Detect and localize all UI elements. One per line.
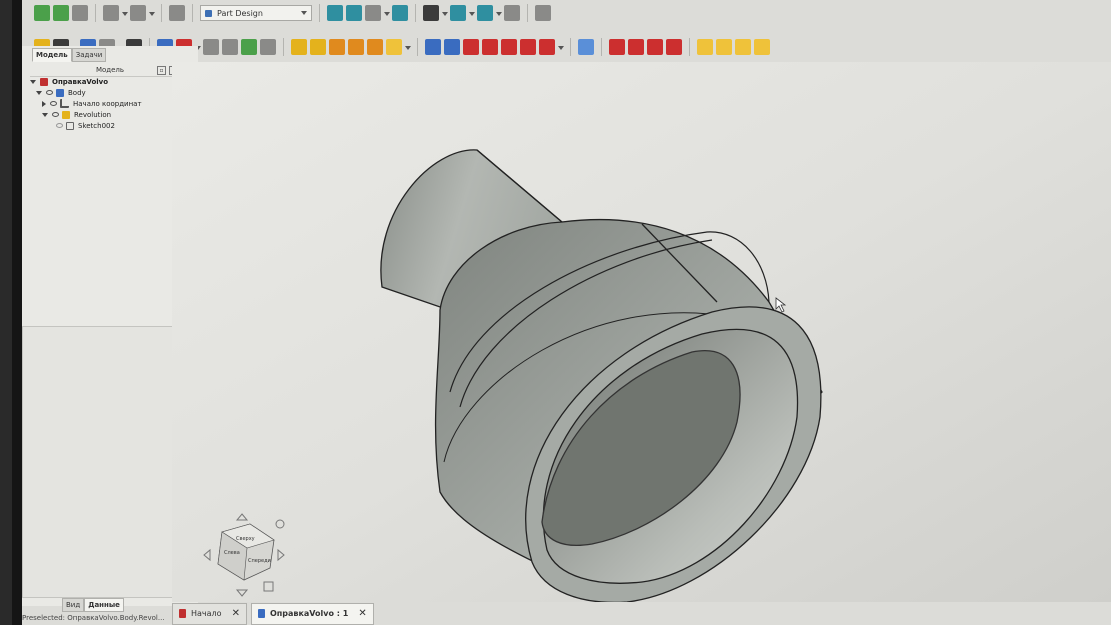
open-document-icon[interactable] — [53, 5, 69, 21]
linear-pattern-icon[interactable] — [716, 39, 732, 55]
check-geometry-icon[interactable] — [260, 39, 276, 55]
property-tabs: Вид Данные — [62, 598, 124, 612]
tree-item-document[interactable]: ОправкаVolvo — [30, 76, 195, 87]
navcube-arrow-down-icon[interactable] — [235, 589, 249, 597]
draw-style-icon[interactable] — [423, 5, 439, 21]
float-panel-icon[interactable]: ▫ — [157, 66, 166, 75]
document-tabs: Начало ✕ ОправкаVolvo : 1 ✕ — [172, 602, 378, 625]
navcube-face-left[interactable]: Слева — [224, 550, 240, 556]
tree-item-revolution[interactable]: Revolution — [30, 109, 195, 120]
sketch-icon — [66, 121, 74, 130]
move-icon[interactable] — [241, 39, 257, 55]
multi-transform-icon[interactable] — [754, 39, 770, 55]
navcube-view-menu-icon[interactable] — [263, 581, 274, 592]
close-tab-icon[interactable]: ✕ — [232, 608, 240, 619]
pad-icon[interactable] — [291, 39, 307, 55]
tab-data[interactable]: Данные — [84, 598, 124, 612]
measure-icon[interactable] — [477, 5, 493, 21]
revolution-solid[interactable] — [380, 149, 823, 602]
navcube-arrow-left-icon[interactable] — [203, 548, 211, 562]
hole-icon[interactable] — [444, 39, 460, 55]
groove-icon[interactable] — [463, 39, 479, 55]
freecad-window: Part Design Модель Задачи Модель ▫ Оправ… — [22, 0, 1111, 625]
pocket-icon[interactable] — [425, 39, 441, 55]
model-render[interactable] — [172, 62, 1111, 602]
visibility-eye-icon[interactable] — [50, 101, 57, 106]
property-view[interactable] — [22, 326, 182, 598]
navcube-face-top[interactable]: Сверху — [236, 536, 255, 542]
subtractive-loft-icon[interactable] — [482, 39, 498, 55]
additive-primitive-icon[interactable] — [386, 39, 402, 55]
navcube-menu-icon[interactable] — [275, 519, 285, 529]
status-bar: Preselected: ОправкаVolvo.Body.Revol... — [22, 614, 165, 622]
origin-icon — [60, 99, 69, 108]
thickness-icon[interactable] — [666, 39, 682, 55]
std-views-icon[interactable] — [450, 5, 466, 21]
navcube-arrow-up-icon[interactable] — [235, 513, 249, 521]
mirrored-icon[interactable] — [697, 39, 713, 55]
additive-helix-icon[interactable] — [367, 39, 383, 55]
tree-item-origin[interactable]: Начало координат — [30, 98, 195, 109]
tree-view-icon[interactable] — [504, 5, 520, 21]
visibility-eye-icon[interactable] — [52, 112, 59, 117]
bounding-box-icon[interactable] — [392, 5, 408, 21]
revolution-icon[interactable] — [310, 39, 326, 55]
main-toolbar: Part Design — [22, 2, 1111, 24]
new-document-icon[interactable] — [34, 5, 50, 21]
polar-pattern-icon[interactable] — [735, 39, 751, 55]
document-icon — [40, 77, 48, 86]
additive-pipe-icon[interactable] — [348, 39, 364, 55]
visibility-eye-icon[interactable] — [56, 123, 63, 128]
body-icon — [56, 88, 64, 97]
navcube-arrow-right-icon[interactable] — [277, 548, 285, 562]
subtractive-primitive-icon[interactable] — [539, 39, 555, 55]
view-isometric-icon[interactable] — [365, 5, 381, 21]
boolean-icon[interactable] — [578, 39, 594, 55]
mouse-cursor-icon — [775, 297, 787, 313]
subtractive-pipe-icon[interactable] — [501, 39, 517, 55]
fillet-icon[interactable] — [609, 39, 625, 55]
workbench-label: Part Design — [217, 8, 263, 18]
tree-item-sketch[interactable]: Sketch002 — [30, 120, 195, 131]
fit-all-icon[interactable] — [327, 5, 343, 21]
workbench-selector[interactable]: Part Design — [200, 5, 312, 21]
close-tab-icon[interactable]: ✕ — [358, 608, 366, 619]
refresh-icon[interactable] — [169, 5, 185, 21]
undo-icon[interactable] — [103, 5, 119, 21]
3d-viewport[interactable]: Сверху Слева Спереди — [172, 62, 1111, 602]
sub-shape-binder-icon[interactable] — [222, 39, 238, 55]
tab-tasks[interactable]: Задачи — [71, 48, 107, 62]
start-page-icon — [179, 609, 186, 618]
whats-this-icon[interactable] — [535, 5, 551, 21]
clone-icon[interactable] — [203, 39, 219, 55]
chamfer-icon[interactable] — [628, 39, 644, 55]
tree-item-body[interactable]: Body — [30, 87, 195, 98]
tab-view[interactable]: Вид — [62, 598, 85, 612]
document-tab-icon — [257, 609, 265, 618]
model-tree: ОправкаVolvo Body Начало координат Revol… — [30, 76, 195, 131]
fit-selection-icon[interactable] — [346, 5, 362, 21]
monitor-bezel — [0, 0, 22, 625]
draft-icon[interactable] — [647, 39, 663, 55]
save-icon[interactable] — [72, 5, 88, 21]
redo-icon[interactable] — [130, 5, 146, 21]
combo-tabs: Модель Задачи — [32, 48, 107, 62]
tab-start-page[interactable]: Начало ✕ — [172, 602, 247, 625]
revolution-feature-icon — [62, 110, 70, 119]
tab-document[interactable]: ОправкаVolvo : 1 ✕ — [250, 602, 374, 625]
navigation-cube[interactable]: Сверху Слева Спереди — [192, 510, 302, 600]
visibility-eye-icon[interactable] — [46, 90, 53, 95]
navcube-face-front[interactable]: Спереди — [248, 558, 271, 564]
tab-model[interactable]: Модель — [32, 48, 72, 62]
workbench-icon — [205, 9, 212, 17]
additive-loft-icon[interactable] — [329, 39, 345, 55]
subtractive-helix-icon[interactable] — [520, 39, 536, 55]
